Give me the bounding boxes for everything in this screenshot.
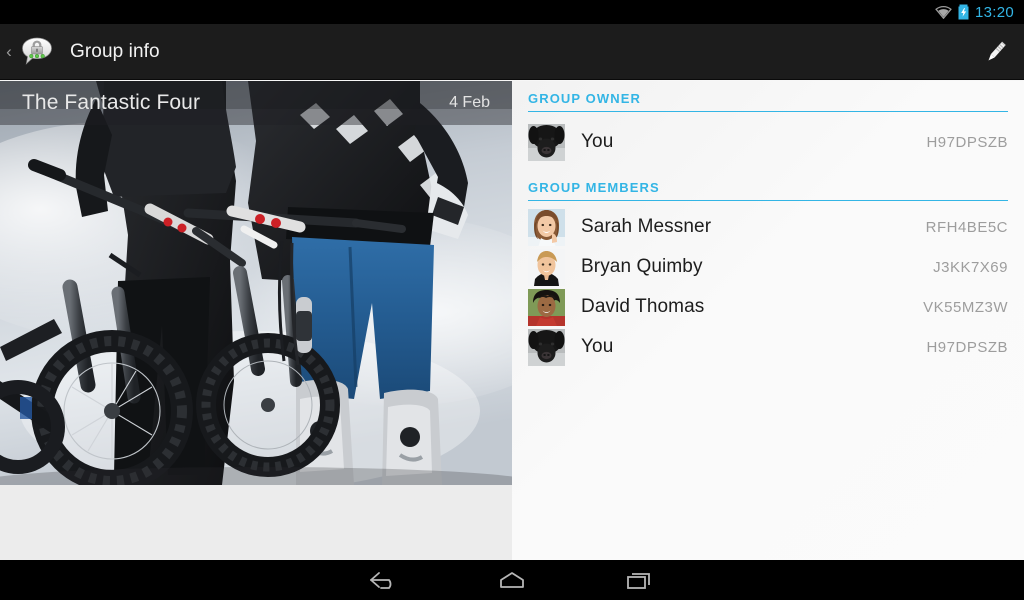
- group-members-section: GROUP MEMBERS Sarah Messner RFH4BE5C Bry…: [512, 180, 1024, 367]
- section-divider-owner: [528, 111, 1008, 112]
- group-name: The Fantastic Four: [22, 91, 201, 114]
- section-header-group-owner: GROUP OWNER: [528, 91, 641, 106]
- member-name: You: [581, 336, 614, 357]
- home-icon[interactable]: [448, 560, 576, 600]
- member-id: H97DPSZB: [926, 133, 1008, 151]
- avatar-illustration: [528, 123, 565, 161]
- david-thomas-avatar: [528, 288, 565, 326]
- status-bar-clock: 13:20: [974, 3, 1014, 21]
- group-photo-caption-bar: The Fantastic Four 4 Feb: [0, 81, 512, 125]
- wifi-icon: [935, 5, 952, 19]
- left-pane-filler: [0, 485, 512, 560]
- section-divider-members: [528, 200, 1008, 201]
- avatar-illustration: [528, 248, 565, 286]
- black-dog-avatar: [528, 328, 565, 366]
- group-detail-pane: GROUP OWNER You H97DPSZB GROUP MEMBERS S…: [512, 81, 1024, 560]
- avatar-illustration: [528, 208, 565, 246]
- group-avatar-photo[interactable]: The Fantastic Four 4 Feb: [0, 81, 512, 485]
- bryan-quimby-avatar: [528, 248, 565, 286]
- member-name: David Thomas: [581, 296, 705, 317]
- battery-charging-icon: [958, 4, 969, 20]
- group-owner-section: GROUP OWNER You H97DPSZB: [512, 91, 1024, 166]
- group-date: 4 Feb: [449, 94, 490, 111]
- edit-pencil-icon[interactable]: [968, 24, 1024, 80]
- action-bar: ‹ Group info: [0, 24, 1024, 80]
- textsecure-lock-bubble-icon[interactable]: [17, 32, 57, 72]
- member-id: RFH4BE5C: [925, 218, 1008, 236]
- navigate-up-chevron-icon[interactable]: ‹: [0, 24, 16, 80]
- sarah-messner-avatar: [528, 208, 565, 246]
- member-name: Bryan Quimby: [581, 256, 703, 277]
- avatar-illustration: [528, 288, 565, 326]
- list-item[interactable]: David Thomas VK55MZ3W: [512, 287, 1024, 327]
- section-header-group-members: GROUP MEMBERS: [528, 180, 660, 195]
- list-item[interactable]: Sarah Messner RFH4BE5C: [512, 207, 1024, 247]
- list-item[interactable]: You H97DPSZB: [512, 327, 1024, 367]
- status-bar: 13:20: [0, 0, 1024, 24]
- group-photo-illustration: [0, 81, 512, 485]
- back-icon[interactable]: [320, 560, 448, 600]
- member-id: H97DPSZB: [926, 338, 1008, 356]
- page-title: Group info: [70, 40, 160, 62]
- black-dog-avatar: [528, 123, 565, 161]
- list-item[interactable]: Bryan Quimby J3KK7X69: [512, 247, 1024, 287]
- recents-icon[interactable]: [576, 560, 704, 600]
- member-id: J3KK7X69: [933, 258, 1008, 276]
- member-name: You: [581, 131, 614, 152]
- avatar-illustration: [528, 328, 565, 366]
- list-item[interactable]: You H97DPSZB: [512, 118, 1024, 166]
- system-navigation-bar: [0, 560, 1024, 600]
- android-tablet-screen: 13:20 ‹ Group info The Fantastic Four 4 …: [0, 0, 1024, 600]
- member-id: VK55MZ3W: [923, 298, 1008, 316]
- member-name: Sarah Messner: [581, 216, 712, 237]
